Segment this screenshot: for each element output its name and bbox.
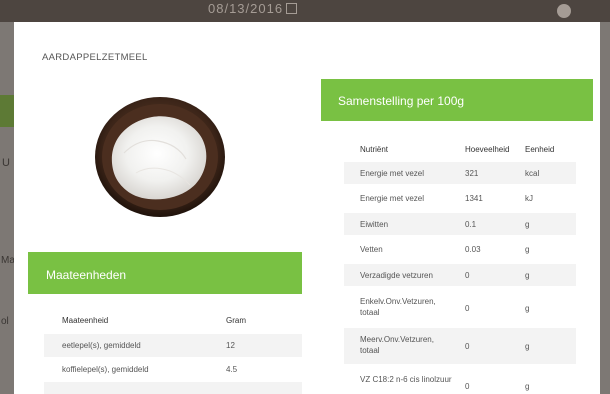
date-text: 08/13/2016 (208, 1, 284, 16)
nutrient-cell: Meerv.Onv.Vetzuren, totaal (360, 335, 434, 355)
nutrient-cell: Energie met vezel (360, 194, 425, 203)
nutrient-cell: Verzadigde vetzuren (360, 271, 433, 280)
portion-units-header: Maateenheden (28, 252, 302, 294)
calendar-icon[interactable] (286, 3, 298, 14)
unit-cell: g (525, 342, 530, 351)
table-row: koffielepel(s), gemiddeld 4.5 (44, 358, 302, 381)
unit-cell: g (525, 271, 530, 280)
amount-cell: 0 (465, 271, 470, 280)
food-detail-modal: AARDAPPELZETMEEL Maateenheden Maateenhei… (14, 22, 600, 394)
column-header-unit: Maateenheid (62, 316, 109, 325)
nutrient-cell: Enkelv.Onv.Vetzuren, totaal (360, 297, 436, 317)
unit-cell: g (525, 382, 530, 391)
table-row: Energie met vezel 321 kcal (344, 162, 576, 184)
column-header-unit: Eenheid (525, 145, 555, 154)
table-row: eetlepel(s), gemiddeld 12 (44, 334, 302, 357)
food-title: AARDAPPELZETMEEL (42, 52, 148, 63)
background-text-fragment: Ma (1, 255, 15, 266)
table-row: Enkelv.Onv.Vetzuren, totaal 0 g (344, 290, 576, 326)
gram-cell: 12 (226, 341, 235, 350)
composition-table: Nutriënt Hoeveelheid Eenheid Energie met… (344, 142, 584, 394)
amount-cell: 321 (465, 169, 479, 178)
unit-cell: koffielepel(s), gemiddeld (62, 365, 149, 374)
table-row: Meerv.Onv.Vetzuren, totaal 0 g (344, 328, 576, 364)
unit-cell: kJ (525, 194, 533, 203)
table-row (44, 382, 302, 394)
amount-cell: 0.03 (465, 245, 481, 254)
unit-cell: g (525, 220, 530, 229)
gram-cell: 4.5 (226, 365, 238, 374)
date-display[interactable]: 08/13/2016 (208, 1, 298, 16)
table-row: Vetten 0.03 g (344, 238, 576, 260)
app-topbar: 08/13/2016 (0, 0, 610, 22)
nutrient-cell: Vetten (360, 245, 383, 254)
unit-cell: g (525, 304, 530, 313)
background-text-fragment: ol (1, 316, 9, 327)
unit-cell: eetlepel(s), gemiddeld (62, 341, 141, 350)
nutrient-cell: Energie met vezel (360, 169, 425, 178)
unit-cell: g (525, 245, 530, 254)
portion-units-table: Maateenheid Gram eetlepel(s), gemiddeld … (44, 312, 316, 394)
table-row: Verzadigde vetzuren 0 g (344, 264, 576, 286)
table-row: VZ C18:2 n-6 cis linolzuur 0 g (344, 367, 576, 394)
table-row: Eiwitten 0.1 g (344, 213, 576, 235)
table-row: Energie met vezel 1341 kJ (344, 187, 576, 209)
nutrient-cell: Eiwitten (360, 220, 389, 229)
background-green-block (0, 95, 14, 127)
amount-cell: 0 (465, 304, 470, 313)
column-header-gram: Gram (226, 316, 246, 325)
amount-cell: 0 (465, 342, 470, 351)
composition-header: Samenstelling per 100g (321, 79, 593, 121)
amount-cell: 1341 (465, 194, 483, 203)
column-header-amount: Hoeveelheid (465, 145, 510, 154)
avatar[interactable] (557, 4, 571, 18)
background-text-fragment: U (2, 157, 10, 169)
nutrient-cell: VZ C18:2 n-6 cis linolzuur (360, 375, 452, 384)
food-image (95, 97, 225, 217)
unit-cell: kcal (525, 169, 540, 178)
column-header-nutrient: Nutriënt (360, 145, 389, 154)
amount-cell: 0.1 (465, 220, 477, 229)
amount-cell: 0 (465, 382, 470, 391)
